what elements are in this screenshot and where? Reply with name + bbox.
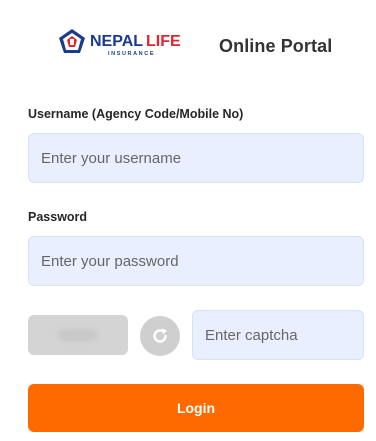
nepal-life-logo: NEPAL LIFE INSURANCE — [56, 26, 196, 62]
captcha-refresh-button[interactable] — [140, 316, 180, 356]
refresh-icon — [153, 328, 167, 343]
logo-emblem-icon — [59, 29, 85, 53]
password-label: Password — [28, 210, 88, 224]
captcha-input[interactable] — [192, 310, 364, 360]
captcha-image — [28, 315, 128, 355]
header: NEPAL LIFE INSURANCE Online Portal — [0, 0, 376, 92]
logo-graphic: NEPAL LIFE INSURANCE — [59, 29, 181, 57]
username-input[interactable] — [28, 133, 364, 183]
username-label: Username (Agency Code/Mobile No) — [28, 107, 244, 121]
brand-tagline: INSURANCE — [108, 51, 155, 57]
brand-primary: NEPAL — [90, 33, 143, 50]
portal-title: Online Portal — [219, 36, 333, 56]
captcha-blurred-text — [58, 329, 98, 341]
login-button[interactable]: Login — [28, 384, 364, 432]
password-input[interactable] — [28, 236, 364, 286]
brand-secondary: LIFE — [146, 33, 181, 50]
